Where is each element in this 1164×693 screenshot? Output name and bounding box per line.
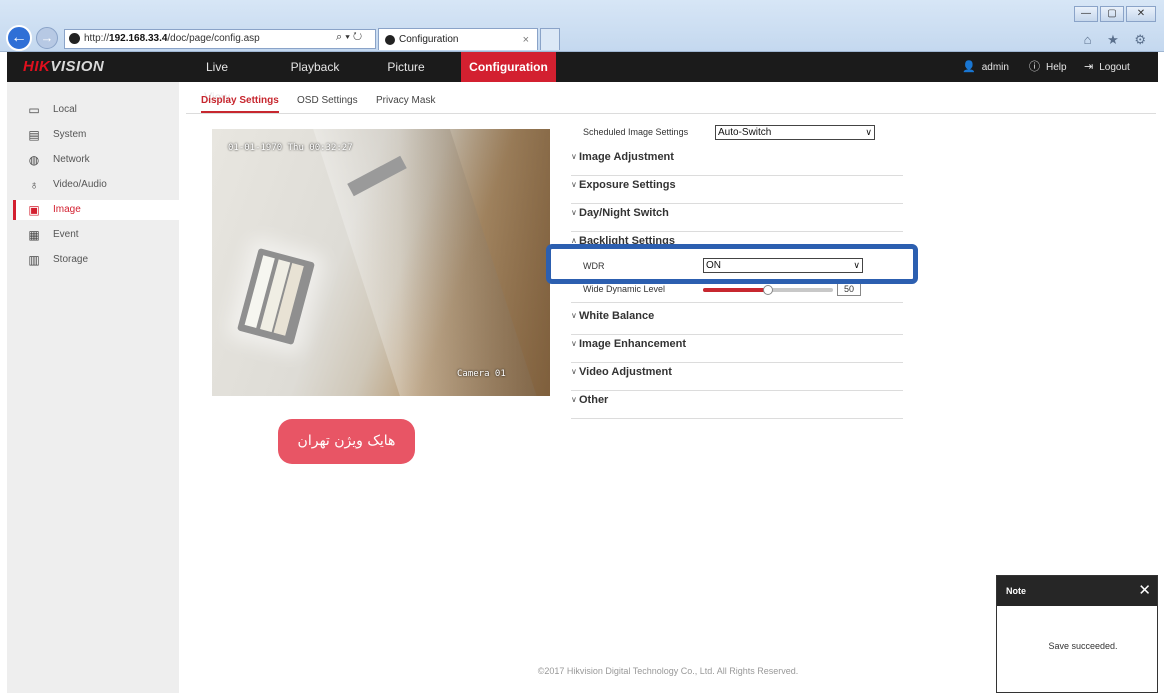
chevron-down-icon: ∨ <box>571 339 577 348</box>
note-header: Note ✕ <box>997 576 1157 606</box>
section-image-enhancement[interactable]: ∨ Image Enhancement <box>571 335 903 363</box>
sidebar-item-local[interactable]: ▭ Local <box>13 100 179 120</box>
app-header: HIKVISION Live View Playback Picture Con… <box>7 52 1158 104</box>
section-other[interactable]: ∨ Other <box>571 391 903 419</box>
window-close-button[interactable]: ✕ <box>1126 6 1156 22</box>
monitor-icon: ▭ <box>28 103 40 117</box>
sidebar-item-image[interactable]: ▣ Image <box>13 200 179 220</box>
info-icon: ⓘ <box>1029 61 1040 73</box>
forward-button[interactable]: → <box>36 27 58 49</box>
site-icon <box>69 32 80 44</box>
slider-thumb[interactable] <box>763 285 773 295</box>
storage-icon: ▥ <box>28 253 40 267</box>
address-tools-icon[interactable]: ⌕ ▾ ↻ <box>336 31 362 44</box>
chevron-down-icon: ∨ <box>865 127 872 137</box>
hikvision-logo: HIKVISION <box>23 58 105 75</box>
divider <box>571 302 903 303</box>
back-button[interactable]: ← <box>6 25 32 51</box>
nav-live-view[interactable]: Live View <box>192 52 242 104</box>
sidebar-item-system[interactable]: ▤ System <box>13 125 179 145</box>
user-icon: 👤 <box>962 61 976 73</box>
section-day-night-switch[interactable]: ∨ Day/Night Switch <box>571 204 903 232</box>
url-host: 192.168.33.4 <box>109 33 168 44</box>
tab-close-icon[interactable]: × <box>523 29 529 51</box>
chevron-down-icon: ∨ <box>571 180 577 189</box>
scheduled-image-select[interactable]: Auto-Switch ∨ <box>715 125 875 140</box>
tab-osd-settings[interactable]: OSD Settings <box>297 95 358 113</box>
note-message: Save succeeded. <box>1048 641 1118 651</box>
browser-toolbar: ← → http://192.168.33.4/doc/page/config.… <box>0 0 1164 52</box>
nav-picture[interactable]: Picture <box>381 52 431 82</box>
minimize-button[interactable]: — <box>1074 6 1098 22</box>
browser-tab-configuration[interactable]: Configuration × <box>378 28 538 50</box>
home-favorites-settings-icons[interactable]: ⌂ ★ ⚙ <box>1084 32 1152 48</box>
window-controls: — ▢ ✕ <box>1074 6 1156 24</box>
sidebar: ▭ Local ▤ System ◍ Network ♁ Video/Audio ▣ Im… <box>7 82 179 693</box>
section-image-adjustment[interactable]: ∨ Image Adjustment <box>571 148 903 176</box>
chevron-down-icon: ∨ <box>571 208 577 217</box>
chevron-down-icon: ∨ <box>571 152 577 161</box>
wide-dynamic-level-slider[interactable] <box>703 285 833 295</box>
close-icon[interactable]: ✕ <box>1138 576 1151 606</box>
sidebar-item-network[interactable]: ◍ Network <box>13 150 179 170</box>
address-bar[interactable]: http://192.168.33.4/doc/page/config.asp <box>64 29 376 49</box>
nav-playback[interactable]: Playback <box>289 52 341 82</box>
chevron-down-icon: ∨ <box>571 395 577 404</box>
video-preview: 01-01-1970 Thu 00:32:27 Camera 01 <box>212 129 550 396</box>
user-admin[interactable]: 👤 admin <box>962 52 1009 82</box>
osd-timestamp: 01-01-1970 Thu 00:32:27 <box>228 143 353 153</box>
system-icon: ▤ <box>28 128 40 142</box>
watermark-badge: هایک ویژن تهران <box>278 419 415 464</box>
sub-tabs: Display Settings OSD Settings Privacy Ma… <box>186 92 1156 114</box>
help-link[interactable]: ⓘ Help <box>1029 52 1067 82</box>
logout-icon: ⇥ <box>1084 61 1094 73</box>
sidebar-item-video-audio[interactable]: ♁ Video/Audio <box>13 175 179 195</box>
tab-display-settings[interactable]: Display Settings <box>201 95 279 113</box>
note-popup: Note ✕ Save succeeded. <box>996 575 1158 693</box>
wide-dynamic-level-label: Wide Dynamic Level <box>583 284 666 294</box>
note-title: Note <box>1006 586 1026 596</box>
scheduled-label: Scheduled Image Settings <box>583 127 689 137</box>
chevron-down-icon: ∨ <box>571 311 577 320</box>
image-icon: ▣ <box>28 203 40 217</box>
wide-dynamic-level-value[interactable]: 50 <box>837 282 861 296</box>
url-scheme: http:// <box>84 33 110 44</box>
section-exposure-settings[interactable]: ∨ Exposure Settings <box>571 176 903 204</box>
url-path: /doc/page/config.asp <box>167 33 260 44</box>
tab-favicon-icon <box>385 35 395 45</box>
wdr-highlight-box <box>546 244 918 284</box>
section-white-balance[interactable]: ∨ White Balance <box>571 307 903 335</box>
tab-privacy-mask[interactable]: Privacy Mask <box>376 95 435 113</box>
ceiling-light <box>236 247 316 346</box>
mic-icon: ♁ <box>29 178 39 192</box>
wide-dynamic-level-row: Wide Dynamic Level 50 <box>583 281 903 301</box>
osd-camera-name: Camera 01 <box>457 369 506 379</box>
new-tab-button[interactable] <box>540 28 560 50</box>
globe-icon: ◍ <box>28 153 40 167</box>
slider-fill <box>703 288 768 292</box>
logout-link[interactable]: ⇥ Logout <box>1084 52 1130 82</box>
maximize-button[interactable]: ▢ <box>1100 6 1124 22</box>
section-video-adjustment[interactable]: ∨ Video Adjustment <box>571 363 903 391</box>
screen: ← → http://192.168.33.4/doc/page/config.… <box>0 0 1164 693</box>
chevron-down-icon: ∨ <box>571 367 577 376</box>
nav-configuration[interactable]: Configuration <box>461 52 556 82</box>
sidebar-item-event[interactable]: ▦ Event <box>13 225 179 245</box>
scheduled-image-settings-row: Scheduled Image Settings Auto-Switch ∨ <box>583 124 903 140</box>
sidebar-item-storage[interactable]: ▥ Storage <box>13 250 179 270</box>
tab-title: Configuration <box>399 34 459 45</box>
calendar-icon: ▦ <box>28 228 40 242</box>
